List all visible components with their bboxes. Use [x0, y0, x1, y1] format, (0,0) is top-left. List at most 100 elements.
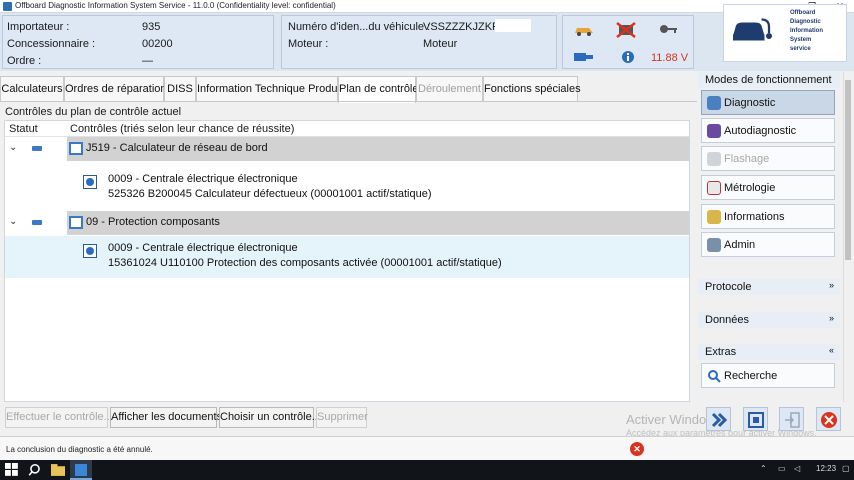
row-module: 0009 - Centrale électrique électronique — [108, 173, 298, 185]
panel-title: Contrôles du plan de contrôle actuel — [5, 106, 182, 118]
windows-taskbar: ⌃ ▭ ◁ 12:23 ▢ — [0, 460, 854, 480]
window-title: Offboard Diagnostic Information System S… — [15, 1, 336, 10]
control-unit-icon — [69, 216, 83, 229]
tab-calculateurs[interactable]: Calculateurs — [0, 76, 64, 102]
file-explorer-icon[interactable] — [51, 463, 65, 477]
importer-label: Importateur : — [7, 21, 70, 33]
tray-expand-icon[interactable]: ⌃ — [760, 464, 767, 473]
engine-label: Moteur : — [288, 38, 329, 50]
vin-label: Numéro d'iden...du véhicule : — [288, 21, 431, 33]
extras-search[interactable]: Recherche — [701, 363, 835, 388]
dealer-label: Concessionnaire : — [7, 38, 96, 50]
execute-control-button[interactable]: Effectuer le contrôle... — [5, 407, 113, 428]
chevron-down-icon[interactable]: ⌄ — [9, 142, 17, 153]
group-title: J519 - Calculateur de réseau de bord — [86, 142, 268, 154]
key-icon — [660, 25, 677, 33]
status-minus-icon — [32, 146, 42, 151]
disconnected-icon — [616, 22, 636, 38]
info-icon — [83, 175, 97, 189]
column-status[interactable]: Statut — [9, 123, 38, 135]
table-row-selected[interactable]: 0009 - Centrale électrique électronique … — [5, 236, 689, 278]
engine-value: Moteur — [423, 38, 458, 50]
books-icon — [707, 210, 721, 224]
double-chevron-right-icon — [711, 412, 728, 428]
dealer-info-box: Importateur : 935 Concessionnaire : 0020… — [2, 15, 274, 69]
gauge-icon — [707, 181, 721, 195]
volume-icon[interactable]: ◁ — [794, 464, 800, 473]
logout-button[interactable] — [779, 407, 804, 431]
control-plan-table: Statut Contrôles (triés selon leur chanc… — [4, 120, 690, 402]
info-status-icon — [622, 51, 634, 63]
network-icon[interactable]: ▭ — [778, 464, 786, 473]
status-message: La conclusion du diagnostic a été annulé… — [6, 445, 153, 454]
mode-admin[interactable]: Admin — [701, 232, 835, 257]
table-header: Statut Contrôles (triés selon leur chanc… — [5, 121, 689, 137]
tab-fonctions-speciales[interactable]: Fonctions spéciales — [483, 76, 581, 102]
windows-start-icon[interactable] — [5, 463, 19, 477]
odis-taskbar-button[interactable] — [70, 460, 92, 480]
row-fault: 525326 B200045 Calculateur défectueux (0… — [108, 188, 432, 200]
connection-status-box: 11.88 V — [562, 15, 694, 69]
notifications-icon[interactable]: ▢ — [842, 464, 850, 473]
chevron-down-icon[interactable]: ⌄ — [9, 216, 17, 227]
forward-button[interactable] — [706, 407, 731, 431]
search-icon — [708, 370, 721, 383]
gear-icon — [707, 238, 721, 252]
search-icon[interactable] — [28, 463, 42, 477]
extras-section-header[interactable]: Extras « — [698, 344, 840, 360]
table-group-row[interactable]: ⌄ 09 - Protection composants — [5, 211, 689, 235]
order-label: Ordre : — [7, 55, 42, 67]
voltage-value: 11.88 V — [651, 52, 689, 64]
usb-icon — [574, 53, 593, 61]
vin-redaction — [495, 19, 531, 32]
choose-control-button[interactable]: Choisir un contrôle... — [219, 407, 321, 428]
tab-divider — [0, 101, 697, 102]
mode-flashage[interactable]: Flashage — [701, 146, 835, 171]
odis-app-icon — [75, 464, 87, 476]
control-unit-icon — [69, 142, 83, 155]
car-stethoscope-logo-icon — [733, 18, 772, 41]
status-minus-icon — [32, 220, 42, 225]
scrollbar-thumb[interactable] — [845, 80, 851, 260]
table-row[interactable]: 0009 - Centrale électrique électronique … — [5, 167, 689, 209]
fit-screen-button[interactable] — [743, 407, 768, 431]
tab-information-technique[interactable]: Information Technique Produit — [196, 76, 343, 102]
status-bar: La conclusion du diagnostic a été annulé… — [0, 436, 854, 460]
stethoscope-icon — [707, 96, 721, 110]
expand-icon[interactable]: » — [829, 280, 834, 290]
right-sidebar: Modes de fonctionnement Diagnostic Autod… — [698, 72, 842, 402]
sidebar-scrollbar[interactable] — [843, 72, 852, 402]
vehicle-icon — [575, 28, 593, 36]
table-group-row[interactable]: ⌄ J519 - Calculateur de réseau de bord — [5, 137, 689, 161]
data-section-header[interactable]: Données » — [698, 312, 840, 328]
expand-icon[interactable]: » — [829, 313, 834, 323]
dealer-value: 00200 — [142, 38, 173, 50]
mode-metrologie[interactable]: Métrologie — [701, 175, 835, 200]
mode-autodiagnostic[interactable]: Autodiagnostic — [701, 118, 835, 143]
row-module: 0009 - Centrale électrique électronique — [108, 242, 298, 254]
tab-deroulement[interactable]: Déroulement — [416, 76, 483, 102]
error-icon[interactable]: ✕ — [630, 442, 644, 456]
app-icon — [3, 2, 12, 11]
delete-button[interactable]: Supprimer — [316, 407, 368, 428]
logo-text: Offboard Diagnostic Information System s… — [790, 10, 823, 52]
close-circle-icon — [821, 412, 837, 428]
clock[interactable]: 12:23 — [816, 464, 836, 473]
mode-informations[interactable]: Informations — [701, 204, 835, 229]
column-controls[interactable]: Contrôles (triés selon leur chance de ré… — [70, 123, 294, 135]
tab-ordres-reparation[interactable]: Ordres de réparation — [64, 76, 167, 102]
mode-diagnostic[interactable]: Diagnostic — [701, 90, 835, 115]
car-diagnostic-icon — [707, 124, 721, 138]
exit-door-icon — [785, 412, 800, 428]
modes-section-header[interactable]: Modes de fonctionnement — [698, 72, 840, 88]
collapse-icon[interactable]: « — [829, 345, 834, 355]
tab-diss[interactable]: DISS — [164, 76, 196, 102]
protocol-section-header[interactable]: Protocole » — [698, 279, 840, 295]
tab-plan-controle[interactable]: Plan de contrôle — [338, 76, 419, 103]
group-title: 09 - Protection composants — [86, 216, 220, 228]
exit-button[interactable] — [816, 407, 841, 431]
frame-icon — [748, 412, 764, 428]
odis-logo: Offboard Diagnostic Information System s… — [723, 4, 847, 62]
show-documents-button[interactable]: Afficher les documents — [110, 407, 222, 428]
importer-value: 935 — [142, 21, 161, 33]
